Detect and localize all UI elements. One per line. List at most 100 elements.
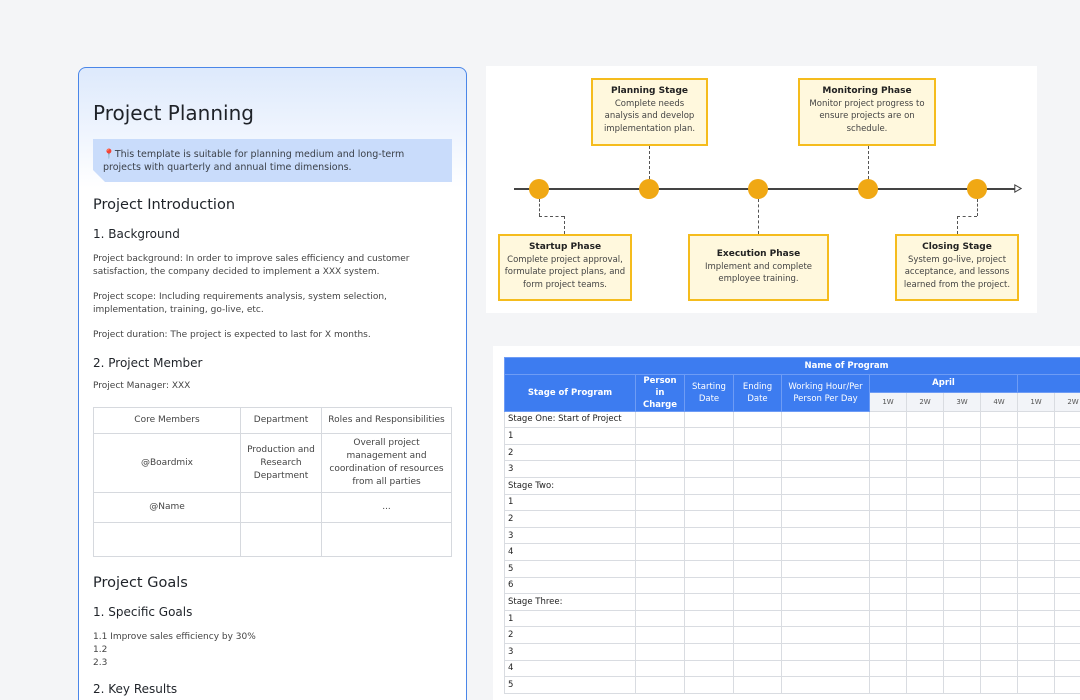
gantt-cell[interactable] xyxy=(733,526,782,545)
gantt-cell[interactable] xyxy=(684,443,734,462)
gantt-cell[interactable] xyxy=(869,510,907,528)
gantt-cell[interactable] xyxy=(635,609,685,628)
member-dept-cell[interactable] xyxy=(240,492,322,523)
member-role-cell[interactable] xyxy=(321,522,452,557)
gantt-cell[interactable] xyxy=(980,427,1018,445)
gantt-cell[interactable] xyxy=(635,559,685,578)
gantt-cell[interactable] xyxy=(943,576,981,595)
gantt-cell[interactable] xyxy=(733,576,782,595)
gantt-cell[interactable] xyxy=(733,609,782,628)
gantt-cell[interactable] xyxy=(1054,609,1080,628)
gantt-cell[interactable] xyxy=(684,427,734,445)
gantt-cell[interactable] xyxy=(869,676,907,694)
gantt-cell[interactable] xyxy=(733,659,782,678)
gantt-cell[interactable] xyxy=(980,609,1018,628)
member-name-cell[interactable] xyxy=(93,522,241,557)
row-number-cell[interactable]: 4 xyxy=(504,659,636,678)
gantt-cell[interactable] xyxy=(635,593,685,611)
gantt-cell[interactable] xyxy=(733,493,782,512)
gantt-cell[interactable] xyxy=(943,676,981,694)
timeline-dot[interactable] xyxy=(967,179,987,199)
gantt-cell[interactable] xyxy=(869,410,907,429)
member-dept-cell[interactable] xyxy=(240,522,322,557)
gantt-cell[interactable] xyxy=(869,642,907,661)
gantt-cell[interactable] xyxy=(733,476,782,495)
gantt-cell[interactable] xyxy=(684,476,734,495)
gantt-cell[interactable] xyxy=(980,543,1018,561)
gantt-cell[interactable] xyxy=(980,526,1018,545)
member-name-cell[interactable]: @Name xyxy=(93,492,241,523)
gantt-cell[interactable] xyxy=(980,410,1018,429)
gantt-cell[interactable] xyxy=(1054,460,1080,478)
timeline-dot[interactable] xyxy=(858,179,878,199)
gantt-cell[interactable] xyxy=(906,460,944,478)
phase-box-planning[interactable]: Planning Stage Complete needs analysis a… xyxy=(591,78,708,146)
gantt-cell[interactable] xyxy=(1017,427,1055,445)
phase-box-closing[interactable]: Closing Stage System go-live, project ac… xyxy=(895,234,1019,301)
gantt-cell[interactable] xyxy=(684,576,734,595)
row-number-cell[interactable]: 3 xyxy=(504,460,636,478)
gantt-cell[interactable] xyxy=(1054,526,1080,545)
gantt-cell[interactable] xyxy=(1054,543,1080,561)
gantt-cell[interactable] xyxy=(906,427,944,445)
member-dept-cell[interactable]: Production and Research Department xyxy=(240,433,322,493)
gantt-cell[interactable] xyxy=(1054,559,1080,578)
gantt-cell[interactable] xyxy=(635,642,685,661)
gantt-cell[interactable] xyxy=(980,626,1018,644)
row-number-cell[interactable]: 5 xyxy=(504,559,636,578)
gantt-cell[interactable] xyxy=(781,543,870,561)
gantt-cell[interactable] xyxy=(869,593,907,611)
gantt-cell[interactable] xyxy=(684,609,734,628)
gantt-cell[interactable] xyxy=(1017,593,1055,611)
gantt-cell[interactable] xyxy=(980,493,1018,512)
gantt-cell[interactable] xyxy=(943,493,981,512)
gantt-cell[interactable] xyxy=(980,460,1018,478)
gantt-cell[interactable] xyxy=(943,427,981,445)
gantt-cell[interactable] xyxy=(869,576,907,595)
gantt-cell[interactable] xyxy=(1017,576,1055,595)
gantt-cell[interactable] xyxy=(733,543,782,561)
gantt-cell[interactable] xyxy=(635,427,685,445)
gantt-cell[interactable] xyxy=(1054,593,1080,611)
gantt-cell[interactable] xyxy=(943,543,981,561)
gantt-cell[interactable] xyxy=(635,576,685,595)
gantt-cell[interactable] xyxy=(1017,559,1055,578)
gantt-cell[interactable] xyxy=(1017,676,1055,694)
gantt-cell[interactable] xyxy=(906,510,944,528)
row-number-cell[interactable]: 6 xyxy=(504,576,636,595)
gantt-cell[interactable] xyxy=(684,626,734,644)
gantt-cell[interactable] xyxy=(980,476,1018,495)
gantt-cell[interactable] xyxy=(733,593,782,611)
row-number-cell[interactable]: 1 xyxy=(504,609,636,628)
gantt-cell[interactable] xyxy=(781,593,870,611)
gantt-cell[interactable] xyxy=(869,427,907,445)
row-number-cell[interactable]: 4 xyxy=(504,543,636,561)
row-number-cell[interactable]: 3 xyxy=(504,642,636,661)
gantt-cell[interactable] xyxy=(980,510,1018,528)
row-number-cell[interactable]: 2 xyxy=(504,443,636,462)
gantt-cell[interactable] xyxy=(943,593,981,611)
gantt-cell[interactable] xyxy=(1017,460,1055,478)
gantt-cell[interactable] xyxy=(906,526,944,545)
gantt-cell[interactable] xyxy=(906,626,944,644)
gantt-cell[interactable] xyxy=(1054,476,1080,495)
row-number-cell[interactable]: 2 xyxy=(504,510,636,528)
gantt-cell[interactable] xyxy=(906,609,944,628)
gantt-cell[interactable] xyxy=(1017,493,1055,512)
gantt-cell[interactable] xyxy=(635,410,685,429)
gantt-cell[interactable] xyxy=(635,626,685,644)
gantt-cell[interactable] xyxy=(733,443,782,462)
gantt-cell[interactable] xyxy=(1054,427,1080,445)
member-name-cell[interactable]: @Boardmix xyxy=(93,433,241,493)
gantt-cell[interactable] xyxy=(781,476,870,495)
gantt-cell[interactable] xyxy=(906,576,944,595)
gantt-cell[interactable] xyxy=(906,493,944,512)
gantt-cell[interactable] xyxy=(635,460,685,478)
gantt-cell[interactable] xyxy=(943,526,981,545)
gantt-cell[interactable] xyxy=(980,559,1018,578)
gantt-cell[interactable] xyxy=(781,427,870,445)
gantt-cell[interactable] xyxy=(781,410,870,429)
gantt-cell[interactable] xyxy=(635,543,685,561)
gantt-cell[interactable] xyxy=(906,642,944,661)
gantt-cell[interactable] xyxy=(1017,659,1055,678)
